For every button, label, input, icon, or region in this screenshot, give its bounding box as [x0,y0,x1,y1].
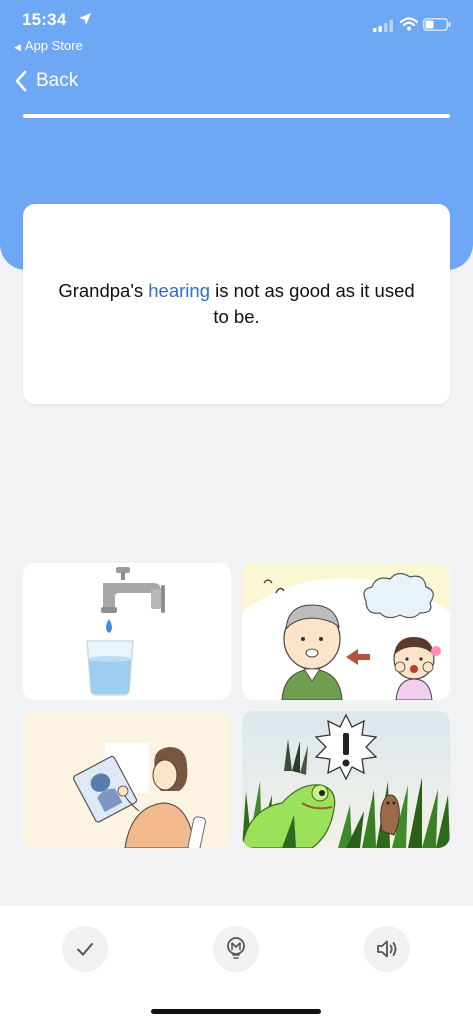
hint-bulb-icon [227,937,245,959]
sentence-after: is not as good as it used to be. [209,280,415,327]
sentence-card: Grandpa's hearing is not as good as it u… [23,204,450,404]
choice-card-1[interactable] [23,563,231,700]
choice-card-2[interactable] [242,563,450,700]
choice-card-3[interactable] [23,711,231,848]
back-label: Back [36,70,79,91]
chevron-left-icon [15,70,27,92]
sound-button[interactable] [364,926,410,972]
faucet-water-glass-image [23,563,231,700]
location-arrow-icon [78,12,92,31]
sentence-before: Grandpa's [58,280,149,301]
prompt-sentence: Grandpa's hearing is not as good as it u… [57,278,417,330]
check-icon [77,943,93,956]
choice-card-4[interactable] [242,711,450,848]
check-button[interactable] [62,926,108,972]
back-app-label: App Store [24,38,83,53]
woman-looking-at-xray-image [23,711,231,848]
bottom-toolbar [0,906,473,1024]
speaker-icon [377,940,397,958]
frog-grass-exclamation-image [242,711,450,848]
wifi-icon [399,17,419,36]
back-button[interactable]: Back [14,68,78,94]
status-bar: 15:34 ◀ App Store [0,0,473,56]
battery-icon [423,18,451,36]
hint-button[interactable] [213,926,259,972]
cellular-signal-icon [373,19,393,37]
target-word: hearing [148,280,210,301]
back-triangle-icon: ◀ [14,42,21,52]
home-indicator [151,1009,321,1014]
back-to-app-store[interactable]: ◀ App Store [14,38,83,53]
grandpa-girl-calling-image [242,563,450,700]
status-time: 15:34 [22,10,67,29]
progress-bar [23,114,450,118]
